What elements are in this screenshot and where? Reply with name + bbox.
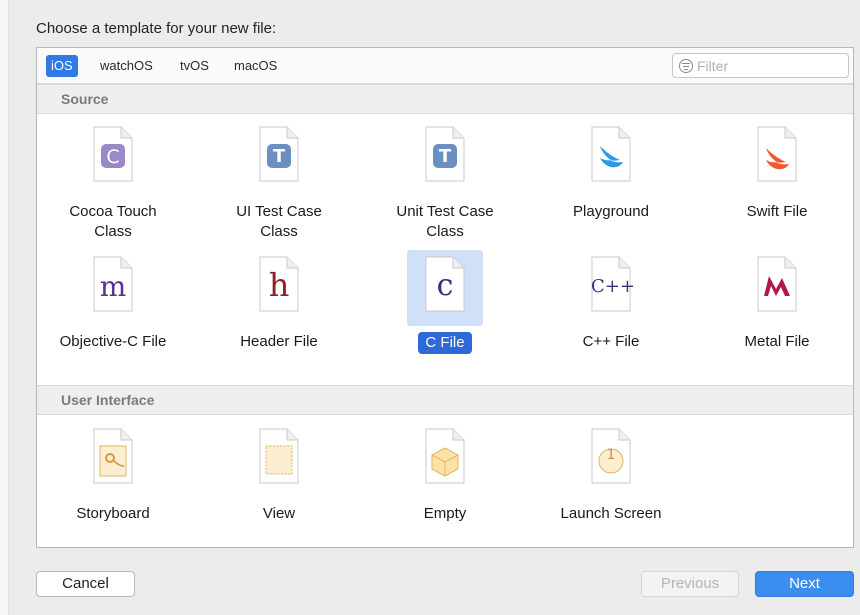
template-label: C File — [370, 332, 520, 354]
playground-icon — [591, 126, 631, 182]
selected-highlight: c — [407, 250, 483, 326]
cancel-button[interactable]: Cancel — [36, 571, 135, 597]
cpp-file-icon: C++ — [591, 256, 635, 312]
template-label: Objective-C File — [59, 333, 167, 350]
template-metal-file[interactable]: Metal File — [702, 250, 852, 352]
template-label: Empty — [423, 505, 467, 522]
template-label: C++ File — [582, 333, 640, 350]
template-label: Launch Screen — [560, 505, 662, 522]
template-view[interactable]: View — [204, 422, 354, 524]
filter-field[interactable] — [672, 53, 849, 78]
template-label: Metal File — [744, 333, 810, 350]
ui-test-case-class-icon: T — [259, 126, 299, 182]
filter-icon — [679, 59, 693, 73]
template-panel: iOS watchOS tvOS macOS Source C Cocoa To… — [36, 47, 854, 548]
header-file-icon: h — [259, 256, 299, 312]
objective-c-file-icon: m — [93, 256, 133, 312]
template-c-file[interactable]: c C File — [370, 250, 520, 354]
template-storyboard[interactable]: Storyboard — [38, 422, 188, 524]
tab-ios[interactable]: iOS — [46, 55, 78, 77]
template-label: UI Test Case Class — [236, 203, 322, 240]
filter-input[interactable] — [697, 56, 845, 75]
section-title-source: Source — [61, 91, 109, 107]
view-icon — [259, 428, 299, 484]
template-label: Header File — [240, 333, 318, 350]
template-cpp-file[interactable]: C++ C++ File — [536, 250, 686, 352]
template-playground[interactable]: Playground — [536, 120, 686, 222]
cocoa-touch-class-icon: C — [93, 126, 133, 182]
template-label: View — [262, 505, 296, 522]
template-cocoa-touch-class[interactable]: C Cocoa Touch Class — [38, 120, 188, 242]
dialog-heading: Choose a template for your new file: — [36, 20, 277, 37]
storyboard-icon — [93, 428, 133, 484]
selected-label: C File — [418, 332, 472, 354]
template-header-file[interactable]: h Header File — [204, 250, 354, 352]
c-file-icon: c — [425, 256, 465, 312]
template-empty[interactable]: Empty — [370, 422, 520, 524]
template-label: Playground — [573, 203, 649, 220]
template-label: Unit Test Case Class — [396, 203, 494, 240]
window-left-edge — [0, 0, 9, 615]
tab-tvos[interactable]: tvOS — [175, 55, 214, 77]
next-button[interactable]: Next — [755, 571, 854, 597]
template-label: Swift File — [746, 203, 808, 220]
unit-test-case-class-icon: T — [425, 126, 465, 182]
template-label: Storyboard — [76, 505, 150, 522]
template-ui-test-case-class[interactable]: T UI Test Case Class — [204, 120, 354, 242]
tab-macos[interactable]: macOS — [229, 55, 282, 77]
section-header-user-interface: User Interface — [37, 385, 853, 415]
swift-file-icon — [757, 126, 797, 182]
template-unit-test-case-class[interactable]: T Unit Test Case Class — [370, 120, 520, 242]
template-swift-file[interactable]: Swift File — [702, 120, 852, 222]
section-title-user-interface: User Interface — [61, 392, 155, 408]
empty-icon — [425, 428, 465, 484]
section-header-source: Source — [37, 84, 853, 114]
template-objective-c-file[interactable]: m Objective-C File — [38, 250, 188, 352]
launch-screen-icon: 1 — [591, 428, 631, 484]
tab-watchos[interactable]: watchOS — [95, 55, 158, 77]
template-label: Cocoa Touch Class — [69, 203, 157, 240]
metal-file-icon — [757, 256, 797, 312]
platform-tabbar: iOS watchOS tvOS macOS — [37, 48, 853, 84]
previous-button[interactable]: Previous — [641, 571, 739, 597]
template-launch-screen[interactable]: 1 Launch Screen — [536, 422, 686, 524]
